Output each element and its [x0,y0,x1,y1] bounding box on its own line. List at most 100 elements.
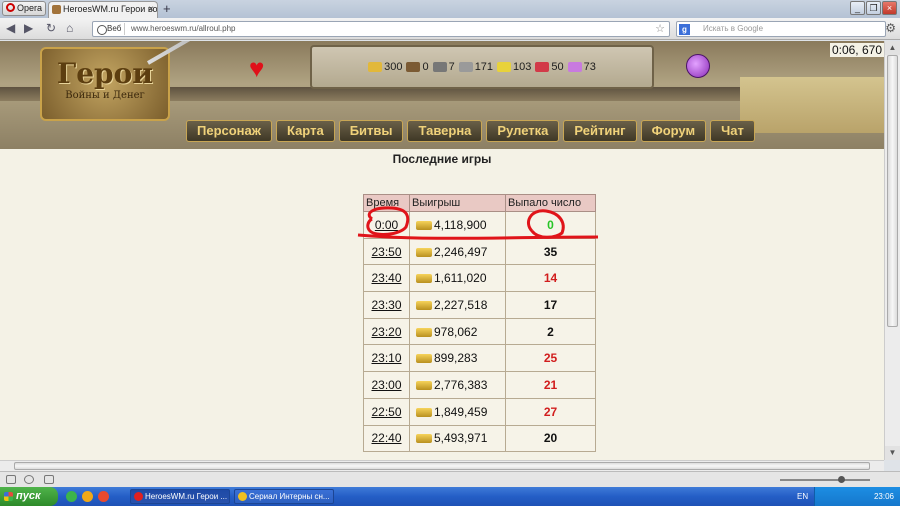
time-cell: 23:50 [363,237,410,266]
resource-gold: 300 [368,61,402,73]
vertical-scroll-thumb[interactable] [887,55,898,327]
table-row: 22:50 1,849,459 27 [363,397,596,426]
last-games-table: Время Выигрыш Выпало число 0:00 4,118,900… [363,194,596,453]
language-indicator[interactable]: EN [797,492,808,501]
maximize-window-icon[interactable]: ❐ [866,1,881,15]
back-icon[interactable]: ◀ [6,21,15,35]
table-row: 23:30 2,227,518 17 [363,291,596,319]
menu-item-4[interactable]: Рулетка [486,120,560,142]
home-icon[interactable]: ⌂ [66,21,73,35]
minimize-window-icon[interactable]: _ [850,1,865,15]
panel-toggle-icon[interactable] [6,475,16,484]
column-win: Выигрыш [409,194,506,212]
browser-toolbar: ◀ ▶ ↻ ⌂ Веб www.heroeswm.ru/allroul.php … [0,18,900,40]
tray-clock: 23:06 [873,492,894,501]
zoom-slider[interactable] [780,476,870,483]
table-row: 23:00 2,776,383 21 [363,371,596,399]
number-cell: 2 [505,317,596,346]
time-link[interactable]: 0:00 [375,218,398,232]
time-link[interactable]: 23:30 [371,298,401,312]
win-cell: 2,776,383 [409,371,506,399]
menu-item-5[interactable]: Рейтинг [563,120,637,142]
horizontal-scrollbar[interactable] [0,460,884,471]
close-tab-icon[interactable]: × [148,2,154,17]
page-viewport: Герои Войны и Денег ♥ 300 0 7 171 103 50 73 Пе… [0,41,884,460]
search-placeholder: Искать в Google [703,24,764,33]
tab-heroeswm[interactable]: HeroesWM.ru Герои вой... × [48,1,158,18]
time-link[interactable]: 23:00 [371,378,401,392]
turbo-icon[interactable] [24,475,34,484]
sulfur-icon [497,62,512,72]
quicklaunch-chrome-icon[interactable] [82,491,93,502]
menu-item-2[interactable]: Битвы [338,120,404,142]
task-heroeswm[interactable]: HeroesWM.ru Герои ... [130,489,230,504]
horizontal-scroll-thumb[interactable] [14,462,870,470]
close-window-icon[interactable]: × [882,1,897,15]
time-cell: 23:40 [363,264,410,293]
menu-item-3[interactable]: Таверна [407,120,483,142]
number-cell: 35 [505,237,596,266]
number-cell: 20 [505,424,596,453]
time-cell: 0:00 [363,211,410,239]
number-cell: 25 [505,344,596,373]
reload-icon[interactable]: ↻ [46,21,56,35]
win-amount: 899,283 [434,351,478,366]
time-link[interactable]: 22:40 [371,431,401,445]
opera-logo-icon [6,3,15,12]
gold-icon [416,220,432,230]
address-bar[interactable]: Веб www.heroeswm.ru/allroul.php ☆ [92,21,670,37]
win-cell: 978,062 [409,317,506,346]
speed-dial-icon[interactable] [44,475,54,484]
resource-sulfur: 103 [497,61,531,73]
time-cell: 23:30 [363,291,410,319]
win-cell: 1,611,020 [409,264,506,293]
table-row: 22:40 5,493,971 20 [363,424,596,453]
ore-icon [432,62,447,72]
time-cell: 23:20 [363,317,410,346]
game-header: Герои Войны и Денег ♥ 300 0 7 171 103 50 73 Пе… [0,41,884,149]
scroll-up-icon[interactable]: ▲ [885,41,900,55]
gold-icon [416,247,432,257]
quicklaunch-desktop-icon[interactable] [66,491,77,502]
vertical-scrollbar[interactable]: ▲ ▼ [884,41,900,460]
logo-subtitle: Войны и Денег [65,90,145,101]
forward-icon[interactable]: ▶ [24,21,33,35]
gold-icon [416,327,432,337]
table-row: 23:10 899,283 25 [363,344,596,373]
table-row: 23:50 2,246,497 35 [363,237,596,266]
win-amount: 1,849,459 [434,404,488,419]
time-link[interactable]: 22:50 [371,405,401,419]
extensions-icon[interactable]: ⚙ [885,21,896,35]
menu-item-1[interactable]: Карта [275,120,335,142]
number-cell: 14 [505,264,596,293]
time-link[interactable]: 23:20 [371,325,401,339]
start-button[interactable]: пуск [0,487,58,506]
google-icon[interactable]: g [679,24,690,35]
menu-item-7[interactable]: Чат [710,120,755,142]
gold-icon [416,354,432,364]
resource-wood: 0 [406,61,429,73]
win-cell: 4,118,900 [409,211,506,239]
windows-taskbar: пуск HeroesWM.ru Герои ... Сериал Интерн… [0,487,900,506]
time-link[interactable]: 23:10 [371,351,401,365]
menu-item-6[interactable]: Форум [640,120,707,142]
address-url[interactable]: www.heroeswm.ru/allroul.php [131,24,236,33]
opera-menu-button[interactable]: Opera [2,1,46,16]
gold-icon [416,274,432,284]
win-cell: 899,283 [409,344,506,373]
number-cell: 27 [505,397,596,426]
time-link[interactable]: 23:50 [371,245,401,259]
scroll-down-icon[interactable]: ▼ [885,446,900,460]
new-tab-icon[interactable]: + [163,1,171,16]
number-cell: 0 [505,211,596,239]
quicklaunch-opera-icon[interactable] [98,491,109,502]
win-amount: 2,776,383 [434,377,488,392]
search-field[interactable]: g Искать в Google [676,21,886,37]
gold-icon [416,380,432,390]
bookmark-star-icon[interactable]: ☆ [655,22,665,35]
resource-crystal: 50 [535,61,564,73]
task-series[interactable]: Сериал Интерны сн... [234,489,334,504]
win-amount: 1,611,020 [434,271,487,286]
time-link[interactable]: 23:40 [371,271,401,285]
menu-item-0[interactable]: Персонаж [186,120,272,142]
